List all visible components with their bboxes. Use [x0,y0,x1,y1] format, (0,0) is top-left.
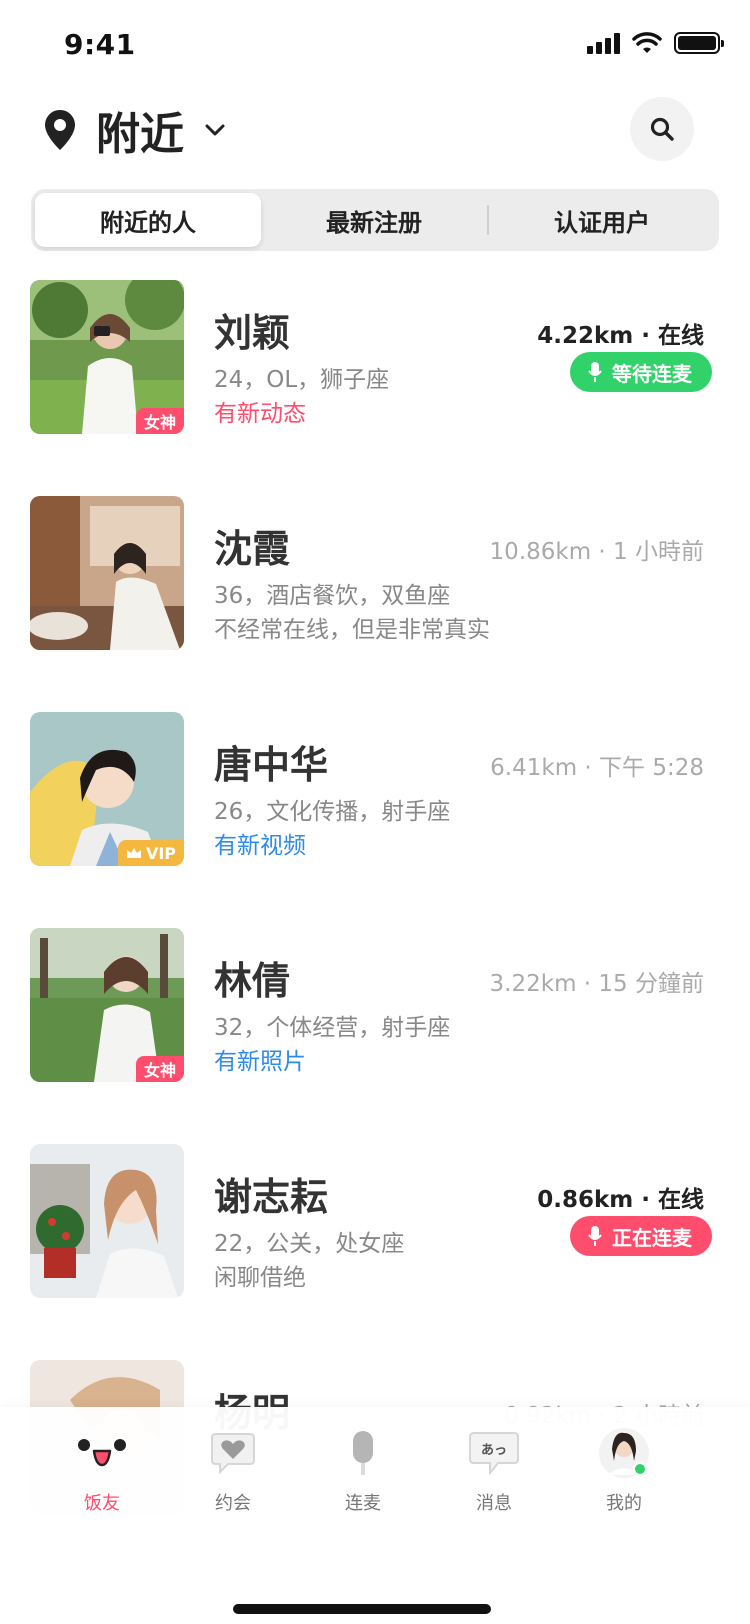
location-selector[interactable]: 附近 [44,98,226,162]
user-note: 有新动态 [214,401,306,427]
tabbar-item-friends[interactable]: 饭友 [37,1425,167,1515]
tabbar-item-messages[interactable]: あっ 消息 [429,1425,559,1515]
list-item[interactable]: 女神 林倩 3.22km · 15 分鐘前 32，个体经营，射手座 有新照片 [0,928,750,1144]
goddess-badge: 女神 [135,1056,184,1082]
search-icon [650,117,674,141]
microphone-icon [588,1226,602,1246]
crown-icon [126,848,141,858]
user-description: 36，酒店餐饮，双鱼座 [214,583,451,609]
tabbar-item-dating[interactable]: 约会 [168,1425,298,1515]
user-name: 林倩 [214,959,291,1003]
tab-label: 最新注册 [326,208,422,237]
signal-icon [587,32,620,54]
message-bubble-icon: あっ [468,1425,520,1481]
avatar[interactable] [30,1144,184,1298]
wifi-icon [632,32,662,53]
user-distance-status: 3.22km · 15 分鐘前 [489,971,704,997]
microphone-icon [346,1425,380,1481]
status-bar: 9:41 [0,0,750,88]
heart-bubble-icon [210,1425,256,1481]
list-item[interactable]: 沈霞 10.86km · 1 小時前 36，酒店餐饮，双鱼座 不经常在线，但是非… [0,496,750,712]
tabbar-label: 消息 [476,1493,512,1514]
face-icon [76,1425,128,1481]
user-description: 26，文化传播，射手座 [214,799,451,825]
user-description: 24，OL，狮子座 [214,367,390,393]
vip-label: VIP [145,843,176,863]
user-name: 刘颖 [214,311,291,355]
user-note: 不经常在线，但是非常真实 [214,617,490,643]
avatar[interactable]: 女神 [30,928,184,1082]
list-item[interactable]: VIP 唐中华 6.41km · 下午 5:28 26，文化传播，射手座 有新视… [0,712,750,928]
search-button[interactable] [630,97,694,161]
tabbar-label: 饭友 [84,1493,120,1514]
chevron-down-icon [205,124,225,136]
list-item[interactable]: 谢志耘 0.86km · 在线 22，公关，处女座 闲聊借绝 正在连麦 [0,1144,750,1360]
avatar[interactable] [30,496,184,650]
status-icons [587,32,724,54]
segment-tabs: 附近的人 最新注册 认证用户 [31,189,719,251]
tab-newest[interactable]: 最新注册 [261,193,487,247]
user-name: 沈霞 [214,527,291,571]
header: 附近 [0,88,750,178]
user-note: 有新照片 [214,1049,306,1075]
vip-badge: VIP [117,840,184,866]
pill-label: 等待连麦 [612,361,692,386]
user-note: 闲聊借绝 [214,1265,306,1291]
list-item[interactable]: 女神 刘颖 4.22km · 在线 24，OL，狮子座 有新动态 等待连麦 [0,280,750,496]
user-note: 有新视频 [214,833,306,859]
user-distance-status: 0.86km · 在线 [537,1187,704,1213]
bottom-tab-bar: 饭友 约会 连麦 あっ 消息 我的 [0,1407,750,1624]
tab-label: 认证用户 [554,208,650,237]
avatar[interactable]: VIP [30,712,184,866]
user-list: 女神 刘颖 4.22km · 在线 24，OL，狮子座 有新动态 等待连麦 沈霞… [0,280,750,1576]
tabbar-label: 我的 [606,1493,642,1514]
avatar[interactable]: 女神 [30,280,184,434]
goddess-badge: 女神 [135,408,184,434]
user-description: 22，公关，处女座 [214,1231,405,1257]
tabbar-label: 连麦 [345,1493,381,1514]
tab-label: 附近的人 [100,208,196,237]
microphone-icon [588,362,602,382]
avatar-icon [596,1425,652,1481]
pill-label: 正在连麦 [612,1225,692,1250]
location-pin-icon [45,110,75,150]
tab-nearby[interactable]: 附近的人 [35,193,261,247]
tabbar-item-mic[interactable]: 连麦 [298,1425,428,1515]
tab-verified[interactable]: 认证用户 [489,193,715,247]
location-title: 附近 [96,109,184,160]
user-distance-status: 6.41km · 下午 5:28 [490,755,704,781]
on-mic-button[interactable]: 正在连麦 [570,1216,712,1256]
battery-icon [674,32,724,54]
home-indicator [233,1604,491,1614]
waiting-mic-button[interactable]: 等待连麦 [570,352,712,392]
user-name: 谢志耘 [214,1175,329,1219]
status-time: 9:41 [64,28,136,61]
tabbar-item-profile[interactable]: 我的 [559,1425,689,1515]
user-name: 唐中华 [214,743,329,787]
message-icon-text: あっ [481,1443,507,1458]
tabbar-label: 约会 [215,1493,251,1514]
user-distance-status: 10.86km · 1 小時前 [489,539,704,565]
user-distance-status: 4.22km · 在线 [537,323,704,349]
user-description: 32，个体经营，射手座 [214,1015,451,1041]
